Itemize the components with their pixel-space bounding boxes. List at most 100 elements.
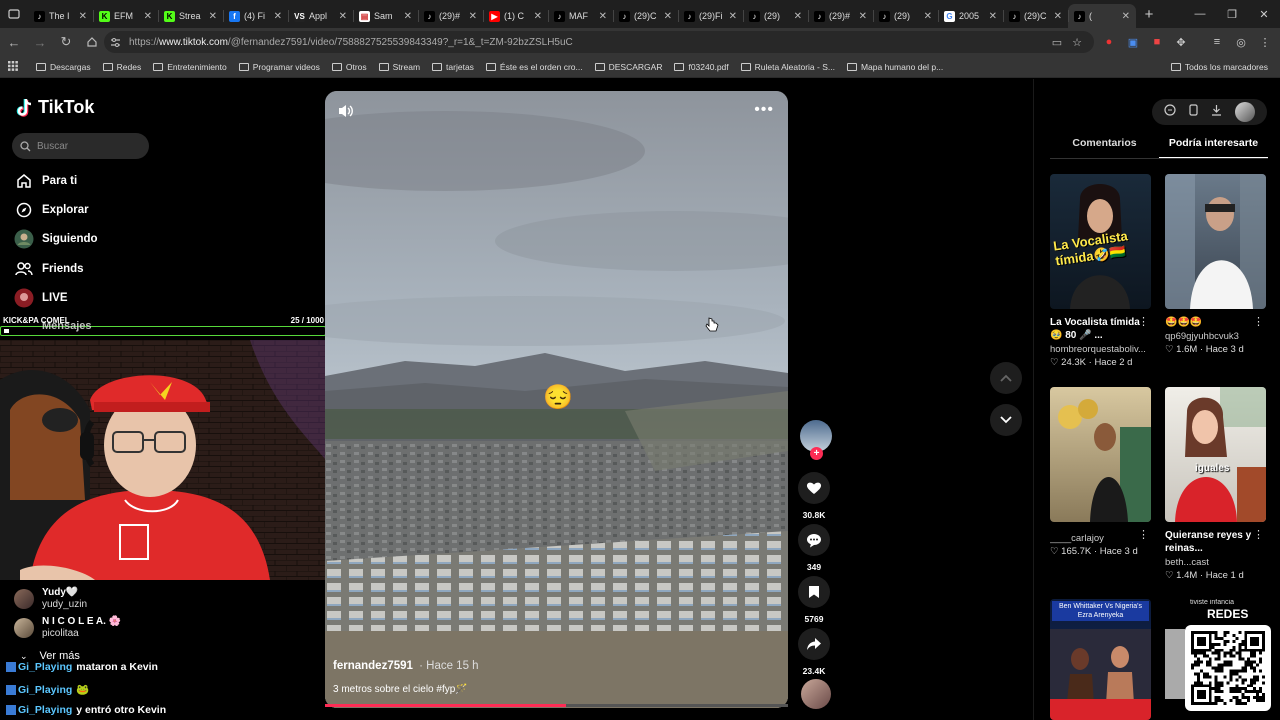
browser-tab[interactable]: ♪ (29)Fi ✕ xyxy=(678,4,743,28)
close-tab-icon[interactable]: ✕ xyxy=(989,11,997,22)
url-field[interactable]: https://www.tiktok.com/@fernandez7591/vi… xyxy=(104,31,1094,53)
browser-tab[interactable]: ♪ (29)C ✕ xyxy=(613,4,678,28)
all-bookmarks-button[interactable]: Todos los marcadores xyxy=(1170,62,1268,72)
bookmark-item[interactable]: Mapa humano del p... xyxy=(846,62,943,72)
browser-tab[interactable]: K EFM ✕ xyxy=(93,4,158,28)
browser-tab[interactable]: ♪ (29)# ✕ xyxy=(808,4,873,28)
suggested-video-card[interactable]: 🤩🤩🤩 ⋮ qp69gjyuhbcvuk3 ♡ 1.6M · Hace 3 d xyxy=(1165,174,1266,355)
nav-friends[interactable]: Friends xyxy=(14,259,84,279)
nav-live[interactable]: LIVE xyxy=(14,288,68,308)
browser-tab[interactable]: G 2005 ✕ xyxy=(938,4,1003,28)
tab-search-icon[interactable] xyxy=(0,0,28,28)
bookmark-item[interactable]: DESCARGAR xyxy=(594,62,662,72)
card-user[interactable]: ____carlajoy xyxy=(1050,533,1151,544)
tab-podria-interesarte[interactable]: Podría interesarte xyxy=(1159,137,1268,159)
bookmark-item[interactable]: tarjetas xyxy=(432,62,474,72)
browser-tab[interactable]: ♪ (✕ xyxy=(1068,4,1136,28)
close-tab-icon[interactable]: ✕ xyxy=(794,11,802,22)
share-button[interactable]: 23.4K xyxy=(796,628,832,676)
suggested-video-card[interactable]: iguales Quieranse reyes y ⋮ reinas... be… xyxy=(1165,387,1266,581)
new-tab-button[interactable]: + xyxy=(1136,6,1162,23)
close-tab-icon[interactable]: ✕ xyxy=(469,11,477,22)
card-user[interactable]: hombreorquestaboliv... xyxy=(1050,344,1151,355)
browser-tab[interactable]: ♪ MAF ✕ xyxy=(548,4,613,28)
card-more-icon[interactable]: ⋮ xyxy=(1253,315,1264,328)
card-user[interactable]: beth...cast xyxy=(1165,557,1266,568)
reload-icon[interactable]: ↻ xyxy=(54,30,78,54)
follow-plus-icon[interactable]: + xyxy=(810,447,823,460)
coins-icon[interactable] xyxy=(1164,103,1176,121)
browser-tab[interactable]: ♪ (29)# ✕ xyxy=(418,4,483,28)
close-tab-icon[interactable]: ✕ xyxy=(209,11,217,22)
close-tab-icon[interactable]: ✕ xyxy=(534,11,542,22)
browser-tab[interactable]: ▶ (1) C ✕ xyxy=(483,4,548,28)
following-user-nicolea[interactable]: N I C O L E A. 🌸 picolitaa xyxy=(14,616,121,640)
close-tab-icon[interactable]: ✕ xyxy=(404,11,412,22)
tab-comentarios[interactable]: Comentarios xyxy=(1050,137,1159,159)
extension-red-icon[interactable]: ● xyxy=(1098,30,1120,54)
bookmark-item[interactable]: Programar videos xyxy=(238,62,320,72)
maximize-icon[interactable]: ❐ xyxy=(1216,8,1248,21)
browser-tab[interactable]: ♪ (29)C ✕ xyxy=(1003,4,1068,28)
device-icon[interactable] xyxy=(1189,103,1198,121)
search-box[interactable] xyxy=(12,133,149,159)
minimize-icon[interactable]: — xyxy=(1184,8,1216,20)
suggested-video-card[interactable]: Ben Whittaker Vs Nigeria's Ezra Arenyeka xyxy=(1050,599,1151,720)
tiktok-logo[interactable]: TikTok xyxy=(16,97,94,118)
site-info-icon[interactable] xyxy=(110,37,121,48)
browser-tab[interactable]: ♪ (29) ✕ xyxy=(873,4,938,28)
bookmark-item[interactable]: Descargas xyxy=(36,62,91,72)
like-button[interactable]: 30.8K xyxy=(796,472,832,520)
forward-icon[interactable]: → xyxy=(28,30,52,54)
close-tab-icon[interactable]: ✕ xyxy=(664,11,672,22)
next-video-button[interactable] xyxy=(990,404,1022,436)
bookmark-item[interactable]: Otros xyxy=(331,62,367,72)
bookmark-item[interactable]: f03240.pdf xyxy=(674,62,729,72)
card-more-icon[interactable]: ⋮ xyxy=(1138,528,1149,541)
bookmark-item[interactable]: Redes xyxy=(102,62,141,72)
cast-icon[interactable]: ▭ xyxy=(1046,30,1068,54)
media-controls-icon[interactable]: ≡ xyxy=(1206,30,1228,54)
profile-icon[interactable]: ◎ xyxy=(1230,30,1252,54)
download-icon[interactable] xyxy=(1211,103,1222,121)
sound-avatar-button[interactable] xyxy=(798,679,834,709)
nav-para-ti[interactable]: Para ti xyxy=(14,171,77,191)
video-progress-bar[interactable] xyxy=(325,704,788,707)
home-icon[interactable] xyxy=(80,30,104,54)
nav-explorar[interactable]: Explorar xyxy=(14,200,89,220)
more-options-icon[interactable]: ••• xyxy=(754,101,774,119)
close-tab-icon[interactable]: ✕ xyxy=(859,11,867,22)
creator-avatar-button[interactable]: + xyxy=(798,420,834,460)
browser-tab[interactable]: ♪ The I ✕ xyxy=(28,4,93,28)
browser-tab[interactable]: f (4) Fi ✕ xyxy=(223,4,288,28)
browser-menu-icon[interactable]: ⋮ xyxy=(1254,30,1276,54)
browser-tab[interactable]: ♪ (29) ✕ xyxy=(743,4,808,28)
apps-grid-icon[interactable] xyxy=(8,60,22,73)
extension-m-icon[interactable]: ■ xyxy=(1146,30,1168,54)
close-window-icon[interactable]: ✕ xyxy=(1248,8,1280,21)
following-user-yudy[interactable]: Yudy🤍 yudy_uzin xyxy=(14,587,87,611)
video-author[interactable]: fernandez7591 xyxy=(333,660,413,672)
bookmark-star-icon[interactable]: ☆ xyxy=(1066,30,1088,54)
card-more-icon[interactable]: ⋮ xyxy=(1253,528,1264,541)
user-avatar[interactable] xyxy=(1234,102,1255,122)
browser-tab[interactable]: K Strea ✕ xyxy=(158,4,223,28)
close-tab-icon[interactable]: ✕ xyxy=(1122,11,1130,22)
close-tab-icon[interactable]: ✕ xyxy=(1054,11,1062,22)
browser-tab[interactable]: VS Appl ✕ xyxy=(288,4,353,28)
previous-video-button[interactable] xyxy=(990,362,1022,394)
back-icon[interactable]: ← xyxy=(2,30,26,54)
save-button[interactable]: 5769 xyxy=(796,576,832,624)
volume-icon[interactable] xyxy=(337,103,355,124)
close-tab-icon[interactable]: ✕ xyxy=(79,11,87,22)
nav-siguiendo[interactable]: Siguiendo xyxy=(14,229,98,249)
close-tab-icon[interactable]: ✕ xyxy=(274,11,282,22)
close-tab-icon[interactable]: ✕ xyxy=(599,11,607,22)
browser-tab[interactable]: ▤ Sam ✕ xyxy=(353,4,418,28)
bookmark-item[interactable]: Stream xyxy=(378,62,420,72)
bookmark-item[interactable]: Éste es el orden cro... xyxy=(485,62,583,72)
close-tab-icon[interactable]: ✕ xyxy=(729,11,737,22)
close-tab-icon[interactable]: ✕ xyxy=(339,11,347,22)
suggested-video-card[interactable]: ⋮ ____carlajoy ♡ 165.7K · Hace 3 d xyxy=(1050,387,1151,557)
suggested-video-card[interactable]: La Vocalista tímida🤣🇧🇴 La Vocalista tími… xyxy=(1050,174,1151,368)
